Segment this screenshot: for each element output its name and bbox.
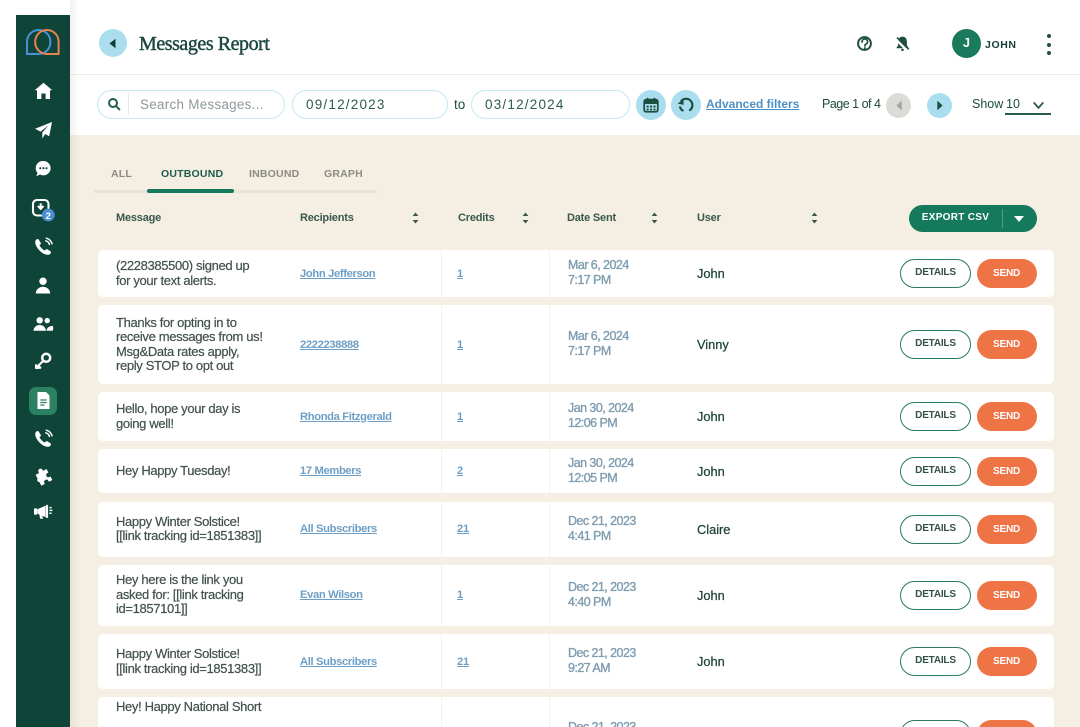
svg-text:2: 2 xyxy=(46,211,51,222)
